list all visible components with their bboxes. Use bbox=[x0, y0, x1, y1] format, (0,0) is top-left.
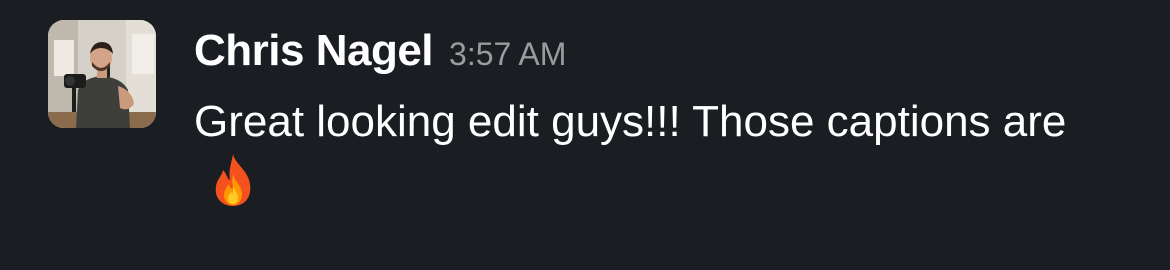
message-content: Chris Nagel 3:57 AM Great looking edit g… bbox=[194, 20, 1134, 212]
avatar[interactable] bbox=[48, 20, 156, 128]
chat-message: Chris Nagel 3:57 AM Great looking edit g… bbox=[48, 20, 1148, 250]
message-header: Chris Nagel 3:57 AM bbox=[194, 20, 1134, 82]
message-text: Great looking edit guys!!! Those caption… bbox=[194, 97, 1067, 146]
message-timestamp[interactable]: 3:57 AM bbox=[449, 23, 566, 85]
message-body: Great looking edit guys!!! Those caption… bbox=[194, 92, 1114, 212]
sender-name[interactable]: Chris Nagel bbox=[194, 20, 434, 82]
fire-icon bbox=[208, 152, 258, 208]
avatar-photo bbox=[48, 20, 156, 128]
